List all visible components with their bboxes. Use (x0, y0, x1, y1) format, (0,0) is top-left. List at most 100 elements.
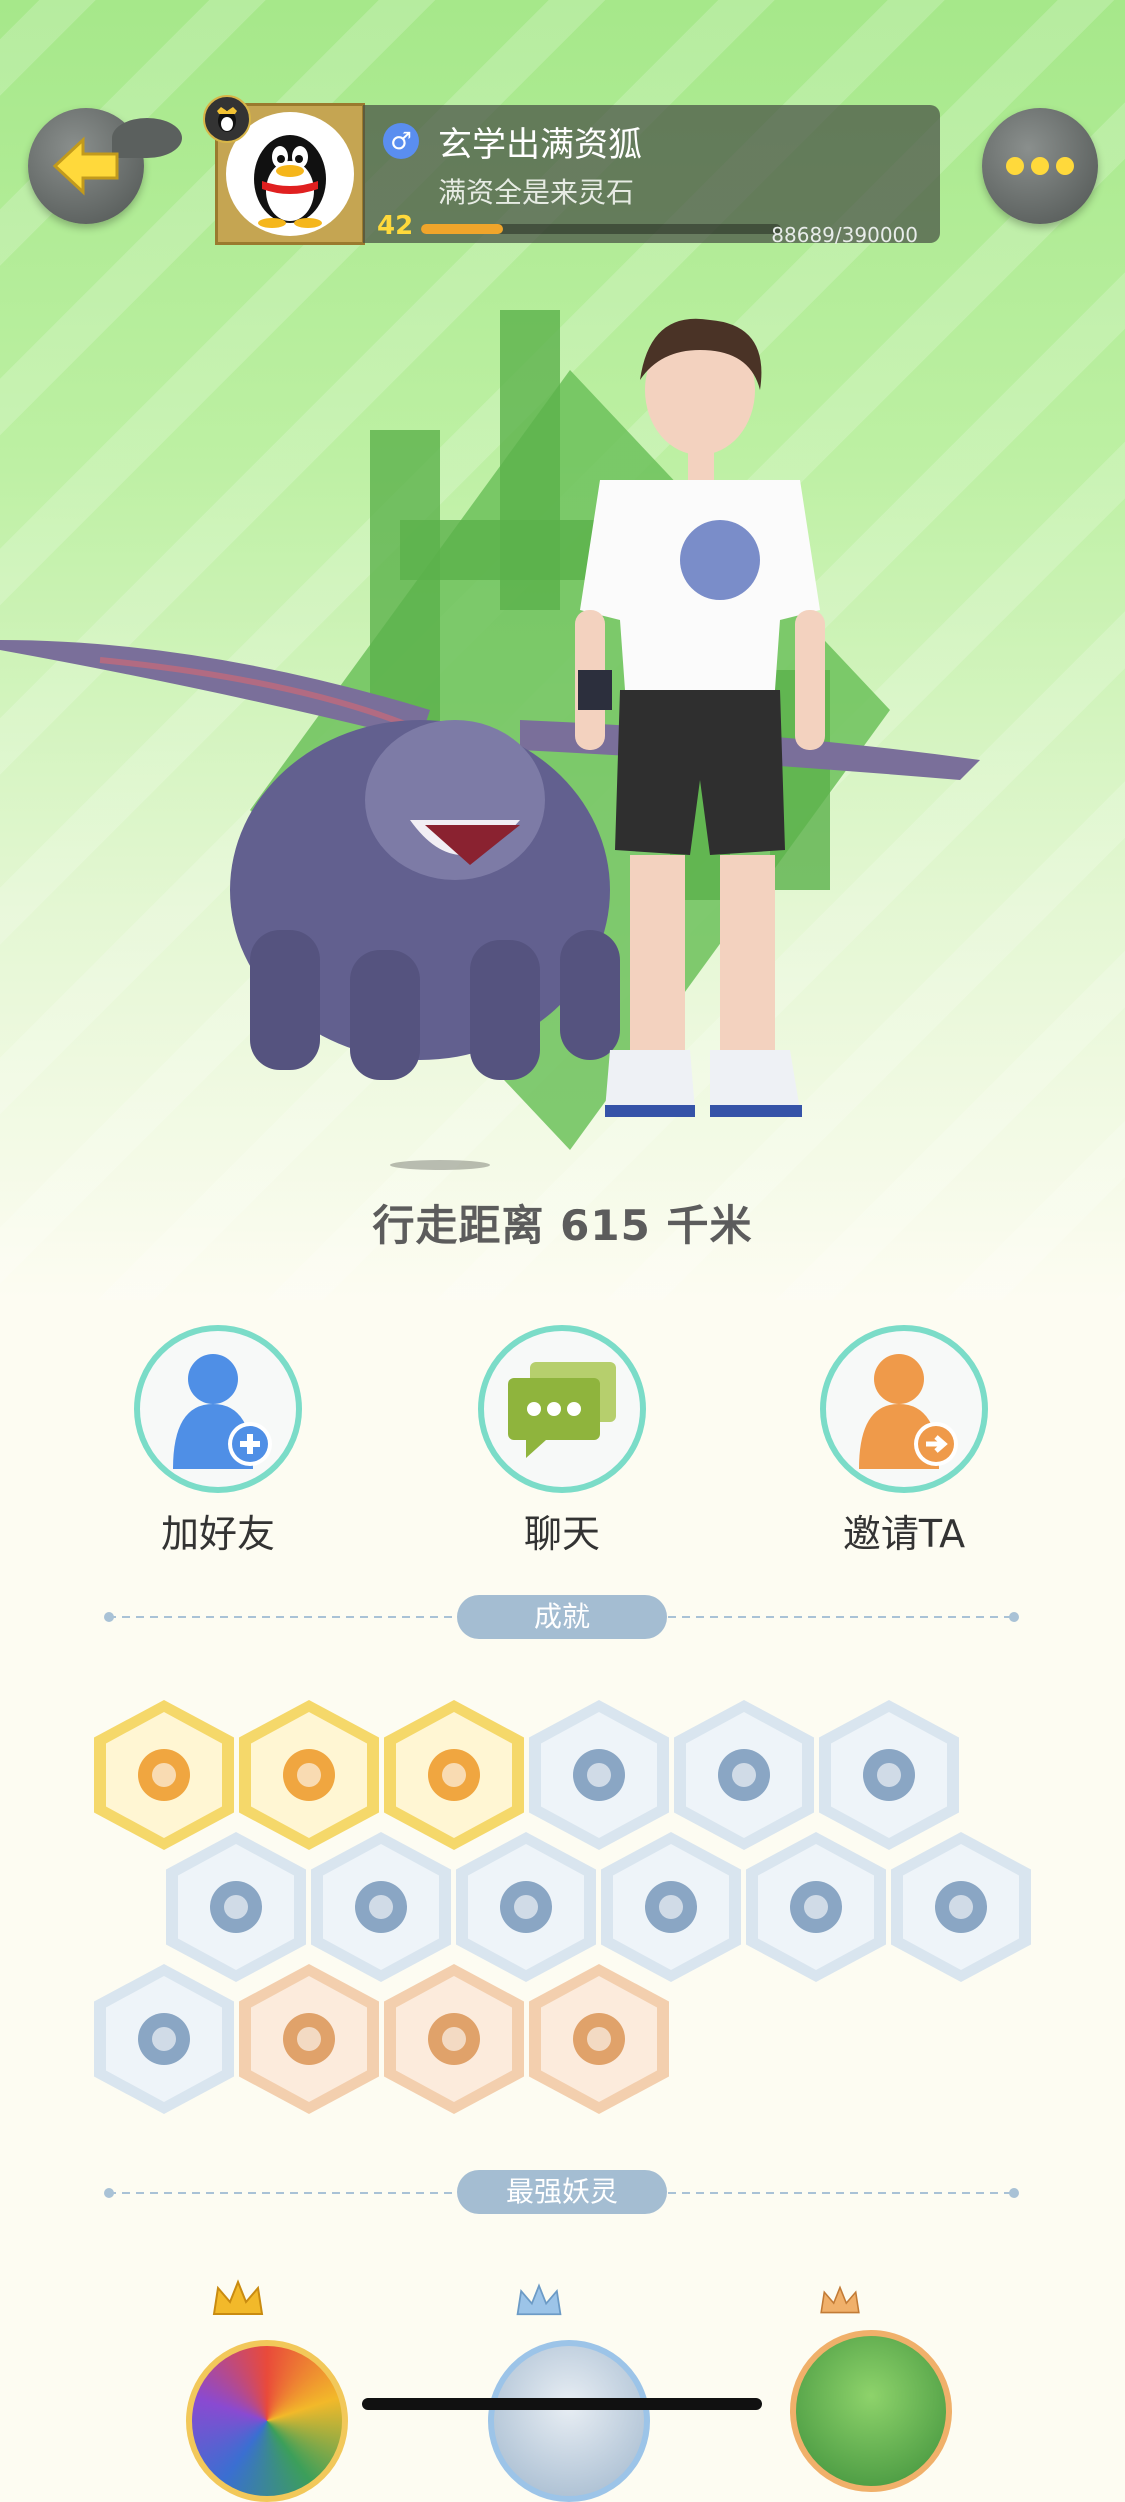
achievement-hex-frame (891, 1832, 1031, 1982)
invite-button[interactable]: 邀请TA (804, 1325, 1004, 1558)
achievement-hex-inner (396, 1976, 512, 2102)
penguin-avatar-icon (254, 135, 326, 228)
achievement-badge[interactable] (239, 1700, 379, 1850)
stroller-badge-icon (355, 1881, 407, 1933)
achievement-hex-inner (541, 1712, 657, 1838)
achievement-hex-inner (613, 1844, 729, 1970)
exp-progress-bar (421, 224, 781, 234)
exp-progress-fill (421, 224, 503, 234)
fish-spirit-badge-icon (790, 1881, 842, 1933)
achievement-badge[interactable] (94, 1700, 234, 1850)
action-buttons: 加好友 聊天 邀请TA (0, 1325, 1125, 1565)
achievement-hex-frame (456, 1832, 596, 1982)
more-options-button[interactable] (982, 108, 1098, 224)
achievement-hex-frame (384, 1700, 524, 1850)
invite-circle (820, 1325, 988, 1493)
achievement-hex-frame (601, 1832, 741, 1982)
achievement-hex-inner (758, 1844, 874, 1970)
achievement-badge[interactable] (456, 1832, 596, 1982)
achievement-hex-inner (106, 1976, 222, 2102)
achievement-badge[interactable] (384, 1964, 524, 2114)
strongest-spirits-title: 最强妖灵 (457, 2170, 667, 2214)
achievement-hex-inner (686, 1712, 802, 1838)
achievement-badge[interactable] (384, 1700, 524, 1850)
ghost-cat-badge-icon (138, 2013, 190, 2065)
achievement-hex-inner (178, 1844, 294, 1970)
achievement-hex-inner (468, 1844, 584, 1970)
add-friend-icon (173, 1354, 272, 1469)
back-arrow-icon (52, 136, 119, 196)
profile-info-panel: ♂ 玄学出满资狐 满资全是来灵石 42 88689/390000 (363, 105, 940, 247)
player-avatar-model (575, 318, 825, 1117)
gender-male-icon: ♂ (383, 123, 419, 159)
spirit-figure-badge-icon (210, 1881, 262, 1933)
achievement-hex-inner (396, 1712, 512, 1838)
achievement-hex-inner (323, 1844, 439, 1970)
achievement-hex-frame (94, 1964, 234, 2114)
fox-moon-badge-icon (138, 1749, 190, 1801)
achievement-badge[interactable] (529, 1700, 669, 1850)
player-profile-card: ♂ 玄学出满资狐 满资全是来灵石 42 88689/390000 (203, 95, 940, 247)
achievement-hex-inner (251, 1712, 367, 1838)
sneaker-badge-icon (573, 1749, 625, 1801)
invite-label: 邀请TA (842, 1512, 966, 1556)
moon-orb-badge-icon (283, 2013, 335, 2065)
yin-yang-badge-icon (645, 1881, 697, 1933)
add-friend-label: 加好友 (160, 1512, 275, 1556)
nickname: 玄学出满资狐 (438, 125, 642, 165)
achievement-hex-frame (529, 1700, 669, 1850)
achievement-hex-frame (239, 1700, 379, 1850)
achievement-badge[interactable] (529, 1964, 669, 2114)
silver-crown-icon (516, 2283, 562, 2316)
achievement-badge[interactable] (239, 1964, 379, 2114)
achievement-badge[interactable] (94, 1964, 234, 2114)
achievement-hex-frame (311, 1832, 451, 1982)
achievement-badge[interactable] (601, 1832, 741, 1982)
achievement-hex-frame (384, 1964, 524, 2114)
achievement-badge[interactable] (166, 1832, 306, 1982)
top-spirit-3-avatar[interactable] (790, 2330, 952, 2492)
achievement-hex-inner (831, 1712, 947, 1838)
invite-icon (859, 1354, 958, 1469)
achievement-badge[interactable] (311, 1832, 451, 1982)
compass-pin-badge-icon (718, 1749, 770, 1801)
signature: 满资全是来灵石 (438, 176, 635, 209)
penguin-mini-icon (217, 107, 237, 132)
model-shadow (390, 1160, 490, 1170)
achievement-hex-frame (529, 1964, 669, 2114)
crystal-badge-icon (863, 1749, 915, 1801)
walk-distance: 行走距离 615 千米 (372, 1201, 753, 1250)
achievement-hex-frame (674, 1700, 814, 1850)
bronze-crown-icon (820, 2285, 860, 2314)
add-friend-button[interactable]: 加好友 (118, 1325, 318, 1558)
back-button-tail (112, 118, 182, 158)
add-friend-circle (134, 1325, 302, 1493)
achievement-hex-frame (819, 1700, 959, 1850)
achievement-badge[interactable] (746, 1832, 886, 1982)
achievement-hex-inner (541, 1976, 657, 2102)
achievement-hex-frame (166, 1832, 306, 1982)
achievement-badge[interactable] (674, 1700, 814, 1850)
gourd-badge-icon (283, 1749, 335, 1801)
chat-label: 聊天 (523, 1512, 600, 1556)
fox-book-badge-icon (573, 2013, 625, 2065)
exp-text: 88689/390000 (771, 223, 918, 247)
player-level: 42 (377, 211, 414, 241)
scroll-badge-icon (935, 1881, 987, 1933)
chat-button[interactable]: 聊天 (462, 1325, 662, 1558)
more-dots-icon (1006, 157, 1074, 175)
achievement-badge[interactable] (819, 1700, 959, 1850)
achievement-hex-frame (239, 1964, 379, 2114)
chat-icon (508, 1362, 616, 1458)
achievement-hex-inner (251, 1976, 367, 2102)
horned-spirit-badge-icon (428, 2013, 480, 2065)
achievement-hex-frame (94, 1700, 234, 1850)
achievement-badge[interactable] (891, 1832, 1031, 1982)
gold-crown-icon (212, 2279, 264, 2315)
top-spirit-2-avatar[interactable] (488, 2340, 650, 2502)
home-indicator[interactable] (362, 2398, 762, 2410)
top-spirit-1-avatar[interactable] (186, 2340, 348, 2502)
back-button[interactable] (28, 108, 182, 224)
achievement-hex-inner (903, 1844, 1019, 1970)
spirit-beast-model (0, 640, 980, 1080)
